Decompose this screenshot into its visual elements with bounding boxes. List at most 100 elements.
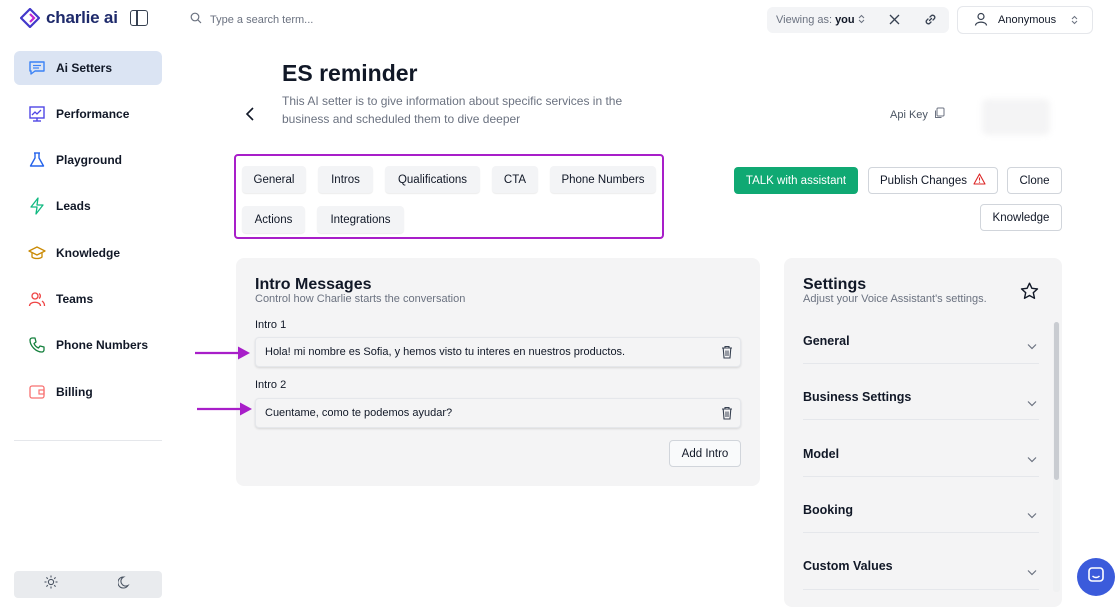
settings-section-custom-values[interactable]: Custom Values (803, 559, 893, 573)
tab-phone-numbers[interactable]: Phone Numbers (550, 166, 656, 193)
settings-divider (803, 589, 1039, 590)
sidebar-divider (14, 440, 162, 441)
sidebar-item-performance[interactable]: Performance (14, 97, 162, 131)
search-input[interactable]: Type a search term... (210, 14, 313, 26)
settings-divider (803, 419, 1039, 420)
star-icon[interactable] (1020, 282, 1039, 305)
api-key[interactable]: Api Key (890, 107, 945, 122)
wallet-icon (28, 383, 46, 401)
api-key-value-blurred (982, 99, 1050, 135)
intro-1-label: Intro 1 (255, 319, 287, 331)
viewing-as-label: Viewing as: (776, 14, 833, 26)
users-icon (28, 290, 46, 308)
chevron-down-icon[interactable] (1027, 563, 1037, 581)
tab-intros[interactable]: Intros (318, 166, 373, 193)
settings-section-general[interactable]: General (803, 334, 850, 348)
intro-2-label: Intro 2 (255, 379, 287, 391)
phone-icon (28, 336, 46, 354)
clone-button[interactable]: Clone (1007, 167, 1062, 194)
publish-changes-button[interactable]: Publish Changes (868, 167, 998, 194)
support-chat-button[interactable] (1077, 558, 1115, 596)
sidebar-item-playground[interactable]: Playground (14, 143, 162, 177)
sidebar-toggle-icon[interactable] (130, 10, 148, 26)
settings-divider (803, 363, 1039, 364)
sidebar-item-ai-setters[interactable]: Ai Setters (14, 51, 162, 85)
intro-card-title: Intro Messages (255, 276, 372, 293)
knowledge-button[interactable]: Knowledge (980, 204, 1062, 231)
user-icon (974, 12, 988, 29)
sidebar-item-label: Billing (56, 385, 93, 399)
sidebar-item-knowledge[interactable]: Knowledge (14, 236, 162, 270)
sidebar-item-teams[interactable]: Teams (14, 282, 162, 316)
chevron-updown-icon (858, 14, 865, 27)
sidebar-item-label: Ai Setters (56, 61, 113, 75)
settings-divider (803, 476, 1039, 477)
sidebar-item-billing[interactable]: Billing (14, 375, 162, 409)
chat-icon (28, 59, 46, 77)
intro-1-value: Hola! mi nombre es Sofia, y hemos visto … (265, 346, 626, 358)
intro-card-subtitle: Control how Charlie starts the conversat… (255, 293, 466, 305)
add-intro-button[interactable]: Add Intro (669, 440, 741, 467)
api-key-label: Api Key (890, 108, 928, 121)
settings-section-booking[interactable]: Booking (803, 503, 853, 517)
trash-icon[interactable] (721, 406, 733, 423)
chat-bubble-icon (1087, 566, 1105, 589)
sidebar-item-label: Performance (56, 107, 130, 121)
moon-icon[interactable] (117, 575, 132, 594)
search-icon (190, 12, 202, 27)
sidebar-item-label: Teams (56, 292, 94, 306)
chevron-down-icon[interactable] (1027, 450, 1037, 468)
tab-general[interactable]: General (242, 166, 306, 193)
chevron-down-icon[interactable] (1027, 394, 1037, 412)
sidebar: charlie ai Ai Setters Performance Playgr… (0, 0, 176, 607)
talk-with-assistant-button[interactable]: TALK with assistant (734, 167, 858, 194)
warning-icon (973, 173, 986, 188)
settings-section-business-settings[interactable]: Business Settings (803, 390, 911, 404)
annotation-arrow-icon (197, 402, 252, 416)
tab-actions[interactable]: Actions (242, 206, 305, 233)
logo-icon (20, 8, 40, 28)
chevron-down-icon[interactable] (1027, 506, 1037, 524)
sidebar-item-label: Playground (56, 153, 123, 167)
tab-qualifications[interactable]: Qualifications (385, 166, 480, 193)
user-menu-button[interactable]: Anonymous (957, 6, 1093, 34)
sun-icon[interactable] (44, 575, 58, 594)
trash-icon[interactable] (721, 345, 733, 362)
search-bar[interactable]: Type a search term... (190, 12, 313, 27)
settings-divider (803, 532, 1039, 533)
intro-2-value: Cuentame, como te podemos ayudar? (265, 407, 453, 419)
logo-text: charlie ai (46, 8, 118, 27)
settings-title: Settings (803, 276, 867, 293)
chevron-down-icon[interactable] (1027, 337, 1037, 355)
settings-subtitle: Adjust your Voice Assistant's settings. (803, 293, 987, 305)
sidebar-item-label: Phone Numbers (56, 338, 149, 352)
page-title: ES reminder (282, 60, 418, 86)
back-chevron-icon[interactable] (244, 106, 256, 127)
annotation-arrow-icon (195, 346, 250, 360)
viewing-as-selector[interactable]: Viewing as: you (767, 7, 949, 33)
settings-card (784, 258, 1062, 607)
link-icon[interactable] (924, 13, 937, 29)
publish-changes-label: Publish Changes (880, 174, 967, 187)
sidebar-item-leads[interactable]: Leads (14, 189, 162, 223)
sidebar-item-label: Leads (56, 199, 91, 213)
settings-scrollbar[interactable] (1054, 322, 1059, 480)
graduation-cap-icon (28, 244, 46, 262)
user-name: Anonymous (998, 14, 1057, 26)
bolt-icon (28, 197, 46, 215)
viewing-as-value: you (835, 14, 855, 26)
chevron-updown-icon (1071, 15, 1078, 28)
tab-integrations[interactable]: Integrations (317, 206, 404, 233)
settings-section-model[interactable]: Model (803, 447, 839, 461)
flask-icon (28, 151, 46, 169)
intro-2-input[interactable]: Cuentame, como te podemos ayudar? (255, 398, 741, 428)
sidebar-item-phone-numbers[interactable]: Phone Numbers (14, 328, 162, 362)
theme-toggle (14, 571, 162, 598)
close-icon[interactable] (889, 14, 900, 28)
tab-cta[interactable]: CTA (492, 166, 538, 193)
copy-icon[interactable] (934, 107, 945, 122)
intro-1-input[interactable]: Hola! mi nombre es Sofia, y hemos visto … (255, 337, 741, 367)
app-logo[interactable]: charlie ai (20, 8, 118, 28)
chart-icon (28, 105, 46, 123)
page-description: This AI setter is to give information ab… (282, 94, 623, 126)
